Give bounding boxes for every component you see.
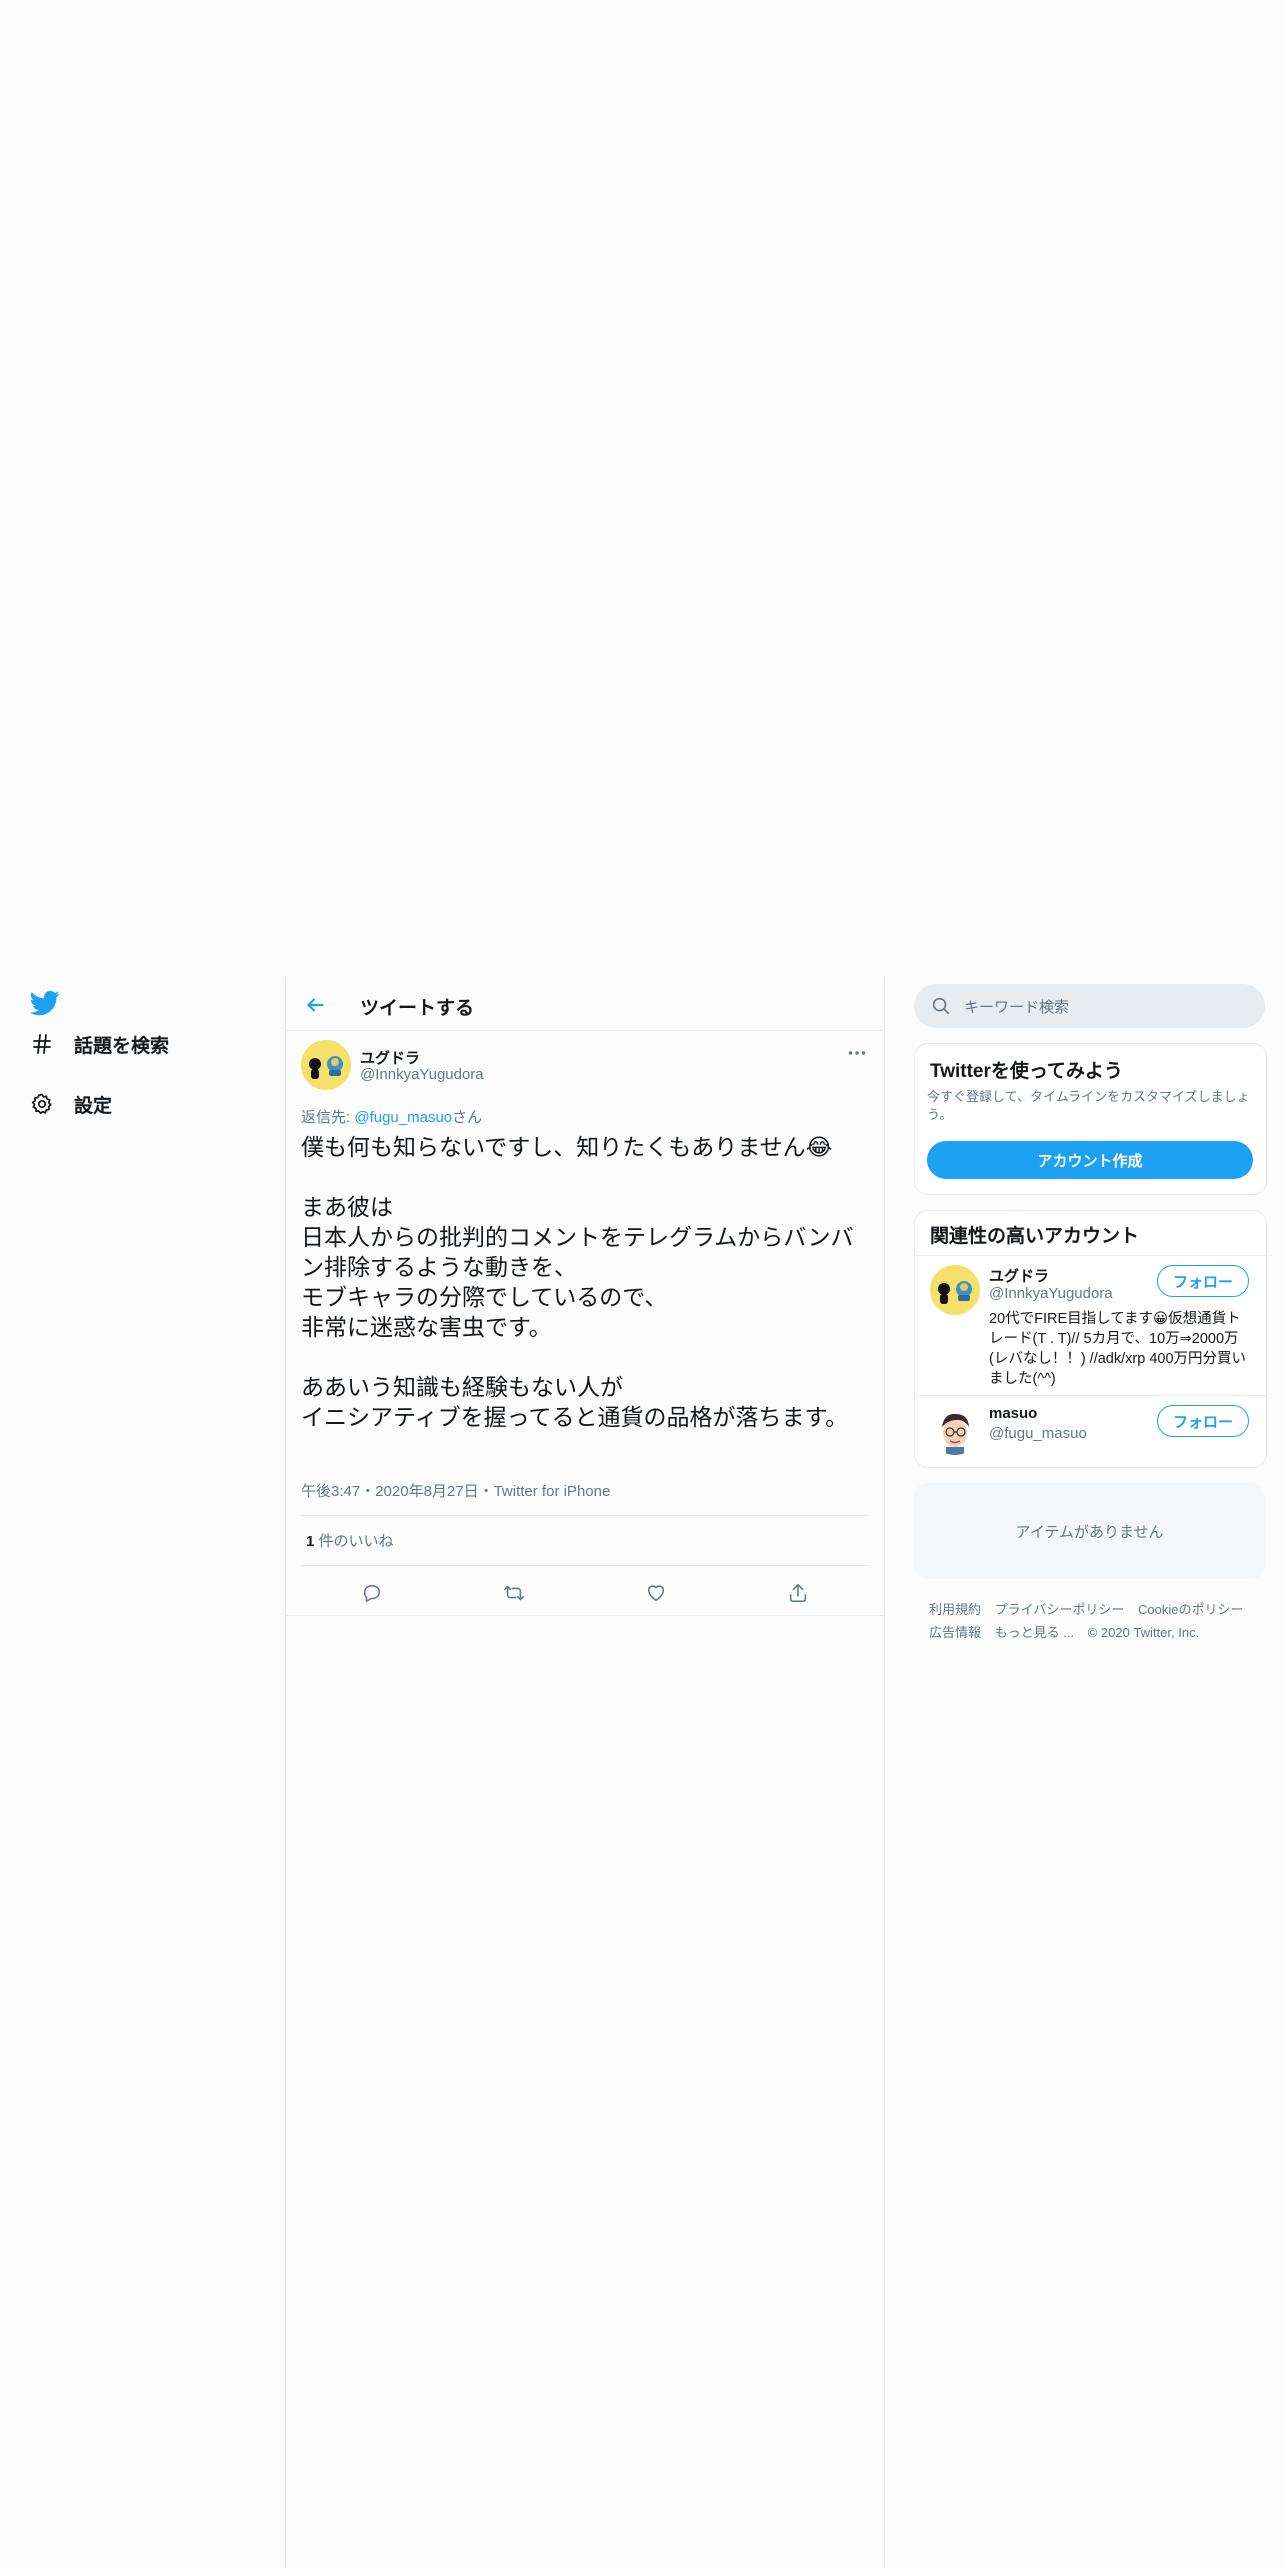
avatar[interactable]: [301, 1040, 351, 1090]
footer-link-more[interactable]: もっと見る ...: [995, 1625, 1074, 1640]
sidebar-item-settings[interactable]: 設定: [28, 1084, 112, 1124]
search-icon: [930, 995, 952, 1017]
footer-link-cookies[interactable]: Cookieのポリシー: [1138, 1602, 1243, 1617]
tweet-actions: [301, 1574, 869, 1612]
reply-icon[interactable]: [359, 1580, 385, 1606]
more-options-icon[interactable]: [844, 1040, 870, 1066]
reply-prefix: 返信先:: [301, 1109, 355, 1126]
create-account-button[interactable]: アカウント作成: [927, 1141, 1253, 1179]
search-input[interactable]: [962, 984, 1256, 1030]
sidebar-item-label: 話題を検索: [74, 1035, 170, 1057]
page-title: ツイートする: [360, 998, 475, 1019]
account-name: ユグドラ: [989, 1268, 1050, 1285]
signup-card-description: 今すぐ登録して、タイムラインをカスタマイズしましょう。: [927, 1089, 1250, 1122]
share-icon[interactable]: [785, 1580, 811, 1606]
reply-target-link[interactable]: @fugu_masuo: [354, 1109, 452, 1126]
column-divider: [285, 978, 286, 2568]
account-handle: @InnkyaYugudora: [989, 1285, 1113, 1302]
tweet-text: 僕も何も知らないですし、知りたくもありません😂 まあ彼は 日本人からの批判的コメ…: [301, 1134, 854, 1430]
tweet-author-name[interactable]: ユグドラ: [360, 1047, 420, 1068]
divider: [301, 1515, 869, 1516]
reply-suffix: さん: [452, 1109, 483, 1126]
footer-links: 利用規約 プライバシーポリシー Cookieのポリシー 広告情報 もっと見る .…: [929, 1598, 1259, 1644]
empty-message: アイテムがありません: [1015, 1524, 1164, 1541]
column-divider: [884, 978, 885, 2568]
account-handle: @fugu_masuo: [989, 1425, 1087, 1442]
divider: [301, 1565, 869, 1566]
likes-label: 件のいいね: [314, 1533, 394, 1550]
main-column: ツイートする ユグドラ @InnkyaYugudora 返信先: @fugu_m…: [286, 978, 884, 1616]
related-accounts-title: 関連性の高いアカウント: [930, 1226, 1140, 1247]
avatar[interactable]: [930, 1405, 980, 1455]
footer-link-terms[interactable]: 利用規約: [929, 1602, 981, 1617]
account-item[interactable]: ユグドラ @InnkyaYugudora 20代でFIRE目指してます😀仮想通貨…: [915, 1255, 1266, 1395]
account-item[interactable]: masuo @fugu_masuo フォロー: [915, 1395, 1266, 1465]
sidebar-item-explore[interactable]: 話題を検索: [28, 1024, 169, 1064]
sidebar-item-label: 設定: [74, 1095, 113, 1117]
signup-card: Twitterを使ってみよう 今すぐ登録して、タイムラインをカスタマイズしましょ…: [914, 1043, 1267, 1195]
gear-icon: [28, 1090, 56, 1118]
footer-link-privacy[interactable]: プライバシーポリシー: [995, 1602, 1125, 1617]
back-arrow-icon[interactable]: [302, 992, 328, 1018]
reply-to-line: 返信先: @fugu_masuoさん: [301, 1106, 482, 1127]
footer-copyright: © 2020 Twitter, Inc.: [1087, 1625, 1200, 1640]
likes-count[interactable]: 1 件のいいね: [306, 1530, 394, 1551]
divider: [286, 1615, 884, 1616]
signup-card-title: Twitterを使ってみよう: [930, 1061, 1123, 1082]
twitter-logo-icon[interactable]: [28, 988, 62, 1018]
account-name: masuo: [989, 1405, 1038, 1422]
footer-link-ads[interactable]: 広告情報: [929, 1625, 981, 1640]
retweet-icon[interactable]: [501, 1580, 527, 1606]
related-accounts-card: 関連性の高いアカウント ユグドラ @InnkyaYugudora 20代でFIR…: [914, 1210, 1267, 1468]
tweet-timestamp[interactable]: 午後3:47・2020年8月27日・Twitter for iPhone: [301, 1480, 610, 1501]
avatar[interactable]: [930, 1265, 980, 1315]
tweet-author-handle[interactable]: @InnkyaYugudora: [360, 1066, 484, 1083]
account-bio: 20代でFIRE目指してます😀仮想通貨トレード(T . T)// 5カ月で、10…: [989, 1311, 1247, 1387]
like-heart-icon[interactable]: [643, 1580, 669, 1606]
search-bar: [914, 984, 1265, 1030]
page-header: ツイートする: [286, 978, 884, 1031]
follow-button[interactable]: フォロー: [1157, 1405, 1249, 1437]
hashtag-icon: [28, 1030, 56, 1058]
trends-empty-card: アイテムがありません: [914, 1483, 1265, 1579]
follow-button[interactable]: フォロー: [1157, 1265, 1249, 1297]
